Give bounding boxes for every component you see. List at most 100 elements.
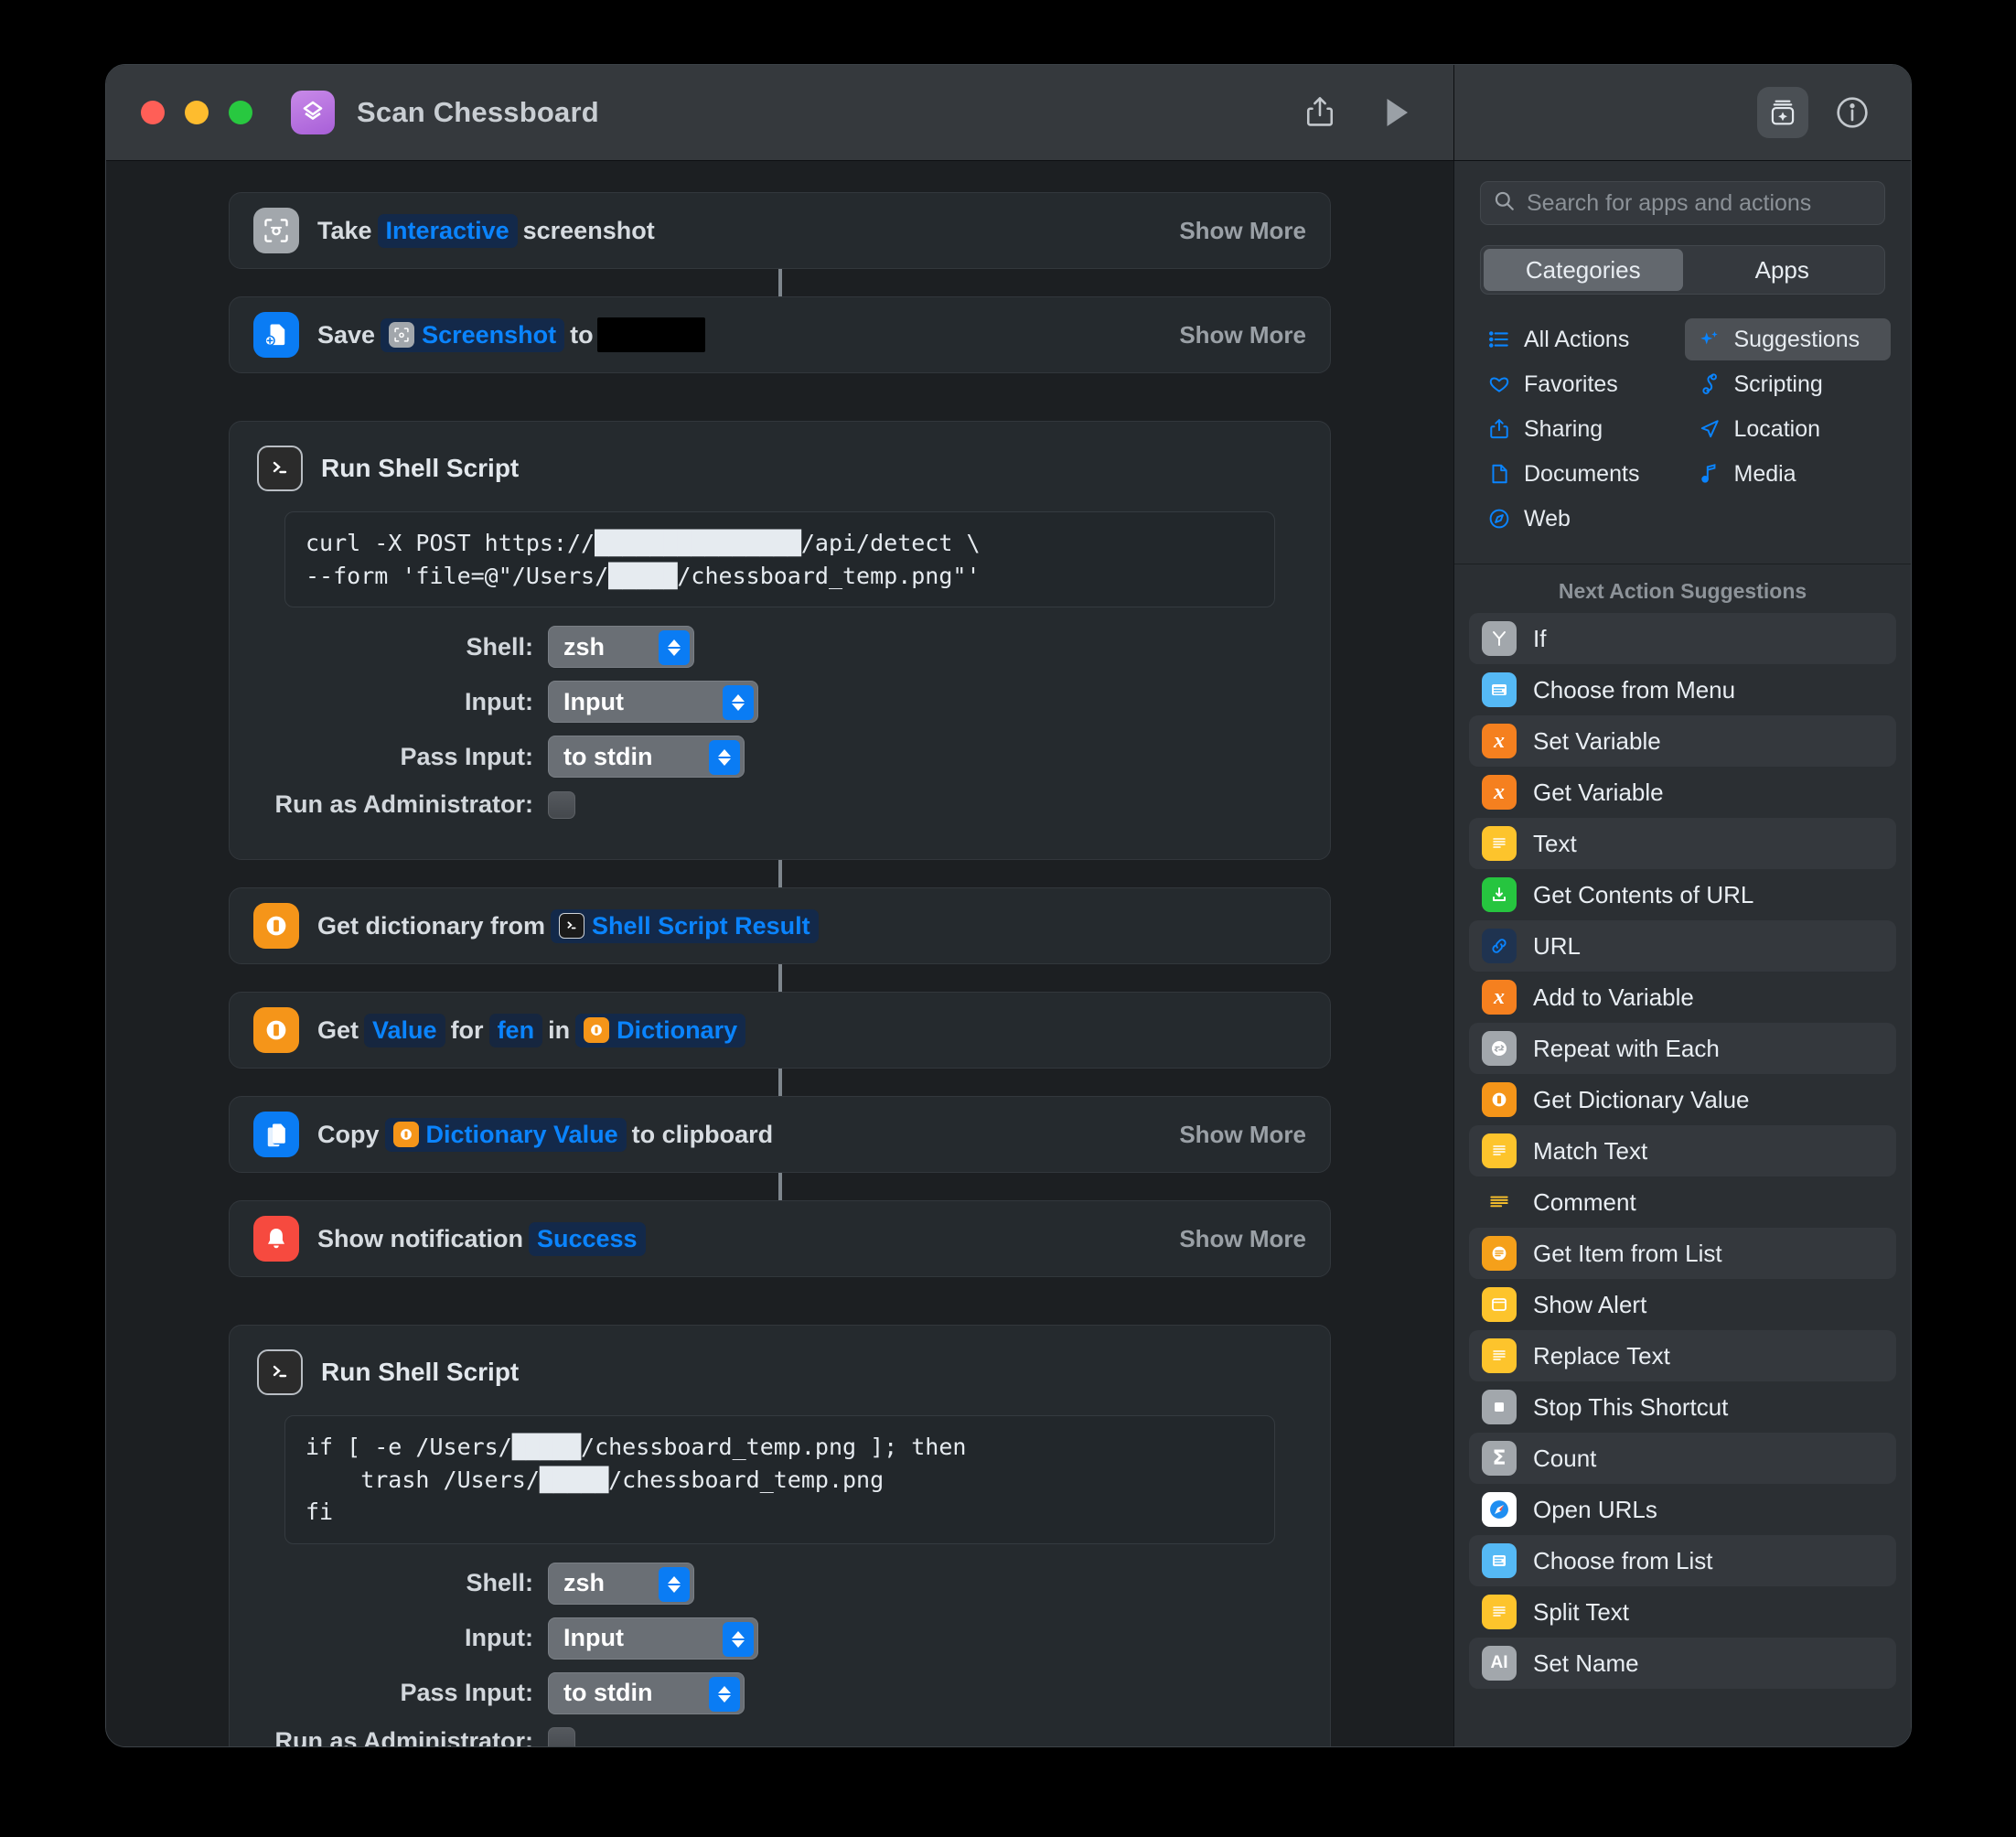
category-location[interactable]: Location [1685, 408, 1892, 450]
play-icon[interactable] [1377, 92, 1417, 133]
shell-field-row: Shell: zsh [255, 1562, 1304, 1605]
code-line-2: --form 'file=@"/Users/█████/chessboard_t… [306, 562, 981, 589]
list-item[interactable]: If [1469, 613, 1896, 664]
traffic-lights [141, 101, 252, 124]
minimize-button[interactable] [185, 101, 209, 124]
shortcut-canvas[interactable]: Take Interactive screenshot Show More Sa… [106, 161, 1453, 1746]
category-media[interactable]: Media [1685, 453, 1892, 495]
action-save-file[interactable]: Save Screenshot to Show More [229, 296, 1331, 373]
category-suggestions[interactable]: Suggestions [1684, 318, 1891, 360]
list-item[interactable]: Replace Text [1469, 1330, 1896, 1381]
list-item[interactable]: Choose from Menu [1469, 664, 1896, 715]
run-as-administrator-checkbox[interactable] [548, 1727, 575, 1746]
input-select[interactable]: Input [548, 1617, 758, 1660]
list-item[interactable]: x Add to Variable [1469, 972, 1896, 1023]
pass-input-select[interactable]: to stdin [548, 736, 745, 778]
show-more-button[interactable]: Show More [1157, 321, 1306, 349]
shell-select[interactable]: zsh [548, 626, 694, 668]
document-icon [1484, 463, 1515, 485]
pass-input-select[interactable]: to stdin [548, 1671, 745, 1714]
shell-code-editor[interactable]: if [ -e /Users/█████/chessboard_temp.png… [284, 1415, 1275, 1544]
list-item[interactable]: Stop This Shortcut [1469, 1381, 1896, 1433]
show-more-button[interactable]: Show More [1157, 1121, 1306, 1149]
action-token-success[interactable]: Success [528, 1221, 646, 1256]
stepper-icon[interactable] [659, 1566, 690, 1602]
download-icon [1482, 877, 1517, 912]
list-item[interactable]: Get Item from List [1469, 1228, 1896, 1279]
list-item-label: Get Dictionary Value [1533, 1085, 1750, 1113]
search-input[interactable] [1527, 189, 1871, 217]
run-as-administrator-checkbox[interactable] [548, 790, 575, 819]
stepper-icon[interactable] [723, 1621, 754, 1657]
category-web[interactable]: Web [1474, 498, 1681, 540]
shell-options: Shell: zsh Input: Input Pass Input: to s… [255, 626, 1304, 819]
action-token-shell-script-result[interactable]: Shell Script Result [551, 908, 819, 943]
list-item[interactable]: Match Text [1469, 1125, 1896, 1176]
category-favorites[interactable]: Favorites [1474, 363, 1681, 405]
category-label: All Actions [1524, 326, 1630, 352]
category-documents[interactable]: Documents [1474, 453, 1681, 495]
action-show-notification[interactable]: Show notification Success Show More [229, 1200, 1331, 1277]
list-item[interactable]: Choose from List [1469, 1535, 1896, 1586]
action-token-screenshot[interactable]: Screenshot [381, 317, 565, 352]
list-item[interactable]: AI Set Name [1469, 1638, 1896, 1689]
category-label: Web [1524, 505, 1571, 532]
maximize-button[interactable] [229, 101, 252, 124]
shell-field-row: Pass Input: to stdin [255, 736, 1304, 778]
action-run-shell-script-1[interactable]: Run Shell Script curl -X POST https://██… [229, 421, 1331, 860]
stepper-icon[interactable] [723, 685, 754, 720]
stepper-icon[interactable] [709, 1676, 740, 1712]
action-get-dictionary-value[interactable]: Get Value for fen in Dictionary [229, 992, 1331, 1069]
close-button[interactable] [141, 101, 165, 124]
tab-apps[interactable]: Apps [1683, 249, 1882, 291]
list-item[interactable]: Show Alert [1469, 1279, 1896, 1330]
stepper-icon[interactable] [659, 630, 690, 665]
category-all-actions[interactable]: All Actions [1474, 318, 1681, 360]
list-item[interactable]: x Get Variable [1469, 767, 1896, 818]
show-more-button[interactable]: Show More [1157, 1225, 1306, 1253]
list-item[interactable]: Get Dictionary Value [1469, 1074, 1896, 1125]
terminal-mini-icon [559, 913, 585, 939]
action-token-key[interactable]: fen [488, 1013, 543, 1047]
suggestions-list[interactable]: If Choose from Menu x Set Variable x Get… [1454, 613, 1911, 1746]
action-get-dictionary-from[interactable]: Get dictionary from Shell Script Result [229, 887, 1331, 964]
list-item[interactable]: Repeat with Each [1469, 1023, 1896, 1074]
category-scripting[interactable]: Scripting [1685, 363, 1892, 405]
location-arrow-icon [1694, 418, 1725, 440]
action-token-dictionary[interactable]: Dictionary [575, 1013, 746, 1047]
action-run-shell-script-2[interactable]: Run Shell Script if [ -e /Users/█████/ch… [229, 1325, 1331, 1746]
action-library-icon[interactable] [1757, 87, 1808, 138]
stepper-icon[interactable] [709, 740, 740, 775]
input-select[interactable]: Input [548, 681, 758, 723]
search-field[interactable] [1480, 181, 1885, 225]
list-item[interactable]: Get Contents of URL [1469, 869, 1896, 920]
list-item[interactable]: Comment [1469, 1176, 1896, 1228]
list-item[interactable]: Text [1469, 818, 1896, 869]
action-library-sidebar: Categories Apps All Actions [1453, 161, 1911, 1746]
shell-code-editor[interactable]: curl -X POST https://███████████████/api… [284, 511, 1275, 607]
list-item[interactable]: Split Text [1469, 1586, 1896, 1638]
action-token-dictionary-value[interactable]: Dictionary Value [384, 1117, 627, 1152]
action-token-value[interactable]: Value [364, 1013, 445, 1047]
action-take-screenshot[interactable]: Take Interactive screenshot Show More [229, 192, 1331, 269]
category-sharing[interactable]: Sharing [1474, 408, 1681, 450]
shell-select[interactable]: zsh [548, 1562, 694, 1605]
list-item-label: Match Text [1533, 1136, 1648, 1165]
token-label: Dictionary Value [425, 1120, 618, 1148]
show-more-button[interactable]: Show More [1157, 217, 1306, 245]
info-icon[interactable] [1832, 92, 1872, 133]
share-icon[interactable] [1300, 92, 1340, 133]
list-item[interactable]: URL [1469, 920, 1896, 972]
list-icon [1484, 328, 1515, 350]
list-item[interactable]: Open URLs [1469, 1484, 1896, 1535]
action-label-part: in [548, 1015, 571, 1044]
redacted-destination-field[interactable] [596, 317, 705, 352]
category-label: Scripting [1733, 371, 1823, 397]
action-token-interactive[interactable]: Interactive [377, 213, 518, 248]
tab-categories[interactable]: Categories [1484, 249, 1683, 291]
list-item[interactable]: Σ Count [1469, 1433, 1896, 1484]
save-file-icon [253, 312, 299, 358]
list-item[interactable]: x Set Variable [1469, 715, 1896, 767]
category-label: Sharing [1524, 415, 1603, 442]
action-copy-to-clipboard[interactable]: Copy Dictionary Value to clipboard Show … [229, 1096, 1331, 1173]
